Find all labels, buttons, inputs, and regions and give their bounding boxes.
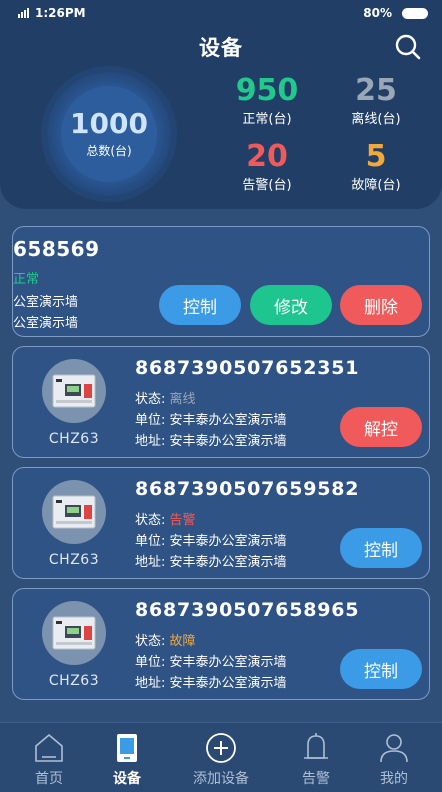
bell-icon — [304, 733, 328, 759]
tab-alarm[interactable]: 告警 — [272, 723, 360, 792]
tab-add-device-label: 添加设备 — [193, 771, 249, 787]
device-image — [42, 601, 106, 665]
device-model: CHZ63 — [48, 431, 100, 447]
battery-icon — [402, 7, 428, 19]
tab-devices[interactable]: 设备 — [83, 723, 171, 792]
control-button[interactable]: 控制 — [340, 649, 422, 689]
stat-alarm-value: 20 — [246, 139, 288, 174]
total-count-value: 1000 — [70, 107, 148, 141]
device-unit: 单位: 安丰泰办公室演示墙 — [135, 655, 287, 670]
device-status-line: 状态: 离线 — [135, 388, 196, 407]
device-status: 正常 — [13, 272, 40, 287]
add-circle-icon — [206, 733, 236, 763]
device-unit: 单位: 安丰泰办公室演示墙 — [135, 534, 287, 549]
release-control-button[interactable]: 解控 — [340, 407, 422, 447]
stat-offline-value: 25 — [355, 73, 397, 108]
tab-mine-label: 我的 — [380, 771, 408, 787]
total-count-label: 总数(台) — [86, 143, 132, 158]
device-address: 地址: 安丰泰办公室演示墙 — [135, 676, 287, 691]
edit-button[interactable]: 修改 — [250, 285, 332, 325]
device-id: 8687390507658965 — [135, 599, 360, 621]
tab-alarm-label: 告警 — [302, 771, 330, 787]
home-icon — [35, 733, 63, 762]
stat-fault: 5 故障(台) — [331, 140, 421, 193]
tab-add-device[interactable]: 添加设备 — [177, 723, 265, 792]
stat-alarm-label: 告警(台) — [242, 178, 292, 193]
stat-offline-label: 离线(台) — [351, 112, 401, 127]
status-key: 状态: — [135, 634, 170, 649]
status-time: 1:26PM — [35, 6, 86, 20]
status-key: 状态: — [135, 513, 170, 528]
device-id: 658569 — [13, 237, 100, 261]
device-card[interactable]: CHZ63 8687390507658965 状态: 故障 单位: 安丰泰办公室… — [12, 588, 430, 700]
device-status: 故障 — [169, 634, 196, 649]
battery-percent: 80% — [363, 6, 392, 20]
device-unit: 单位: 安丰泰办公室演示墙 — [135, 413, 287, 428]
device-address: 地址: 安丰泰办公室演示墙 — [135, 555, 287, 570]
device-model: CHZ63 — [48, 673, 100, 689]
total-count-ring: 1000 总数(台) — [47, 72, 171, 196]
bottom-tab-bar: 首页 设备 添加设备 告警 我的 — [0, 722, 442, 792]
stat-offline: 25 离线(台) — [331, 74, 421, 127]
device-status-line: 状态: 故障 — [135, 630, 196, 649]
device-id: 8687390507652351 — [135, 357, 360, 379]
tab-home-label: 首页 — [35, 771, 63, 787]
device-status: 离线 — [169, 392, 196, 407]
stat-fault-value: 5 — [365, 139, 387, 174]
tab-mine[interactable]: 我的 — [350, 723, 438, 792]
stat-fault-label: 故障(台) — [351, 178, 401, 193]
stat-normal-value: 950 — [235, 73, 299, 108]
device-model: CHZ63 — [48, 552, 100, 568]
device-icon — [117, 734, 137, 762]
device-image — [42, 480, 106, 544]
delete-button[interactable]: 删除 — [340, 285, 422, 325]
device-address: 公室演示墙 — [13, 316, 79, 331]
status-key: 状态: — [135, 392, 170, 407]
user-icon — [380, 734, 408, 763]
device-image — [42, 359, 106, 423]
tab-home[interactable]: 首页 — [5, 723, 93, 792]
search-icon[interactable] — [394, 33, 422, 61]
device-status: 告警 — [169, 513, 196, 528]
device-status-line: 状态: 告警 — [135, 509, 196, 528]
page-title: 设备 — [199, 36, 243, 60]
status-bar: 1:26PM 80% — [0, 0, 442, 26]
signal-icon — [18, 8, 29, 18]
control-button[interactable]: 控制 — [159, 285, 241, 325]
stat-normal-label: 正常(台) — [242, 112, 292, 127]
device-card[interactable]: CHZ63 8687390507659582 状态: 告警 单位: 安丰泰办公室… — [12, 467, 430, 579]
device-id: 8687390507659582 — [135, 478, 360, 500]
device-card-swiped[interactable]: 658569 正常 公室演示墙 公室演示墙 控制 修改 删除 — [12, 226, 430, 337]
tab-devices-label: 设备 — [113, 771, 141, 787]
device-address: 地址: 安丰泰办公室演示墙 — [135, 434, 287, 449]
device-card[interactable]: CHZ63 8687390507652351 状态: 离线 单位: 安丰泰办公室… — [12, 346, 430, 458]
stat-normal: 950 正常(台) — [222, 74, 312, 127]
stat-alarm: 20 告警(台) — [222, 140, 312, 193]
control-button[interactable]: 控制 — [340, 528, 422, 568]
device-unit: 公室演示墙 — [13, 295, 79, 310]
